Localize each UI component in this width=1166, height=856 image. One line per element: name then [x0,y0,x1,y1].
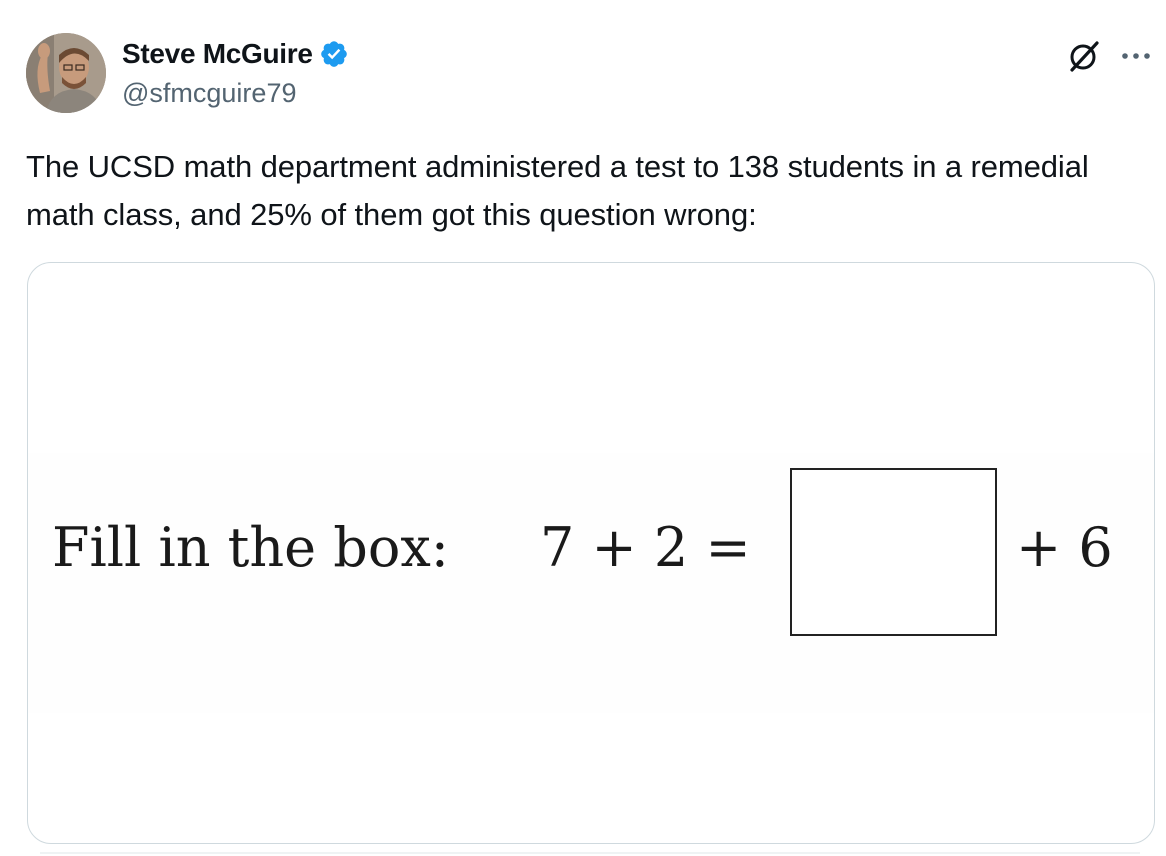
avatar-photo [26,33,106,113]
answer-box [790,468,997,636]
author-handle[interactable]: @sfmcguire79 [122,78,296,109]
divider [40,852,1140,854]
tweet-media-image[interactable]: Fill in the box: 7 + 2 = + 6 [27,262,1155,844]
tweet-text: The UCSD math department administered a … [26,149,1089,232]
author-name-row: Steve McGuire [122,36,349,72]
equation-right-side: + 6 [1016,516,1113,579]
avatar[interactable] [26,33,106,113]
more-options-icon[interactable] [1116,44,1156,68]
grok-icon[interactable] [1066,38,1102,74]
verified-badge-icon [319,39,349,69]
equation-left-side: 7 + 2 = [540,516,751,579]
author-display-name[interactable]: Steve McGuire [122,38,313,70]
question-label: Fill in the box: [52,516,449,579]
